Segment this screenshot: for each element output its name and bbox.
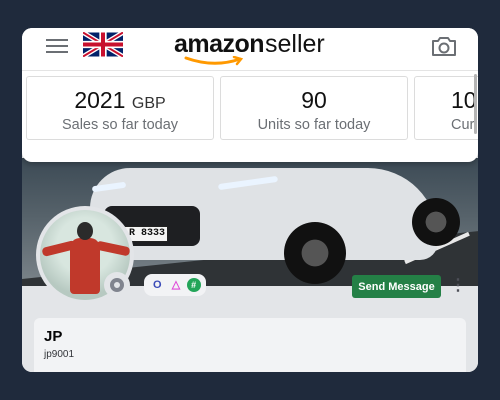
car-wheel-rear [412,198,460,246]
stats-cards: 2021 GBP Sales so far today 90 Units so … [22,76,478,142]
camera-icon[interactable] [431,35,457,57]
name-card: JP jp9001 [34,318,466,372]
send-message-button[interactable]: Send Message [352,275,441,298]
stat-card-units[interactable]: 90 Units so far today [220,76,408,140]
stat-card-partial[interactable]: 10. Cur [414,76,478,140]
app-frame: HN•R 8333 O △ # Send Message ⋮ JP jp9001 [22,28,478,372]
stat-value: 2021 GBP [27,87,213,114]
brand-seller-text: seller [265,30,325,58]
badge-icon-2[interactable]: △ [168,278,184,292]
avatar-figure-head [77,222,93,240]
avatar-figure-arm-right [95,240,130,257]
username: jp9001 [44,349,75,360]
car-wheel-front [284,222,346,284]
hamburger-menu-icon[interactable] [46,39,68,53]
badge-icon-1[interactable]: O [149,278,165,292]
uk-flag-icon[interactable] [83,32,123,57]
stat-label: Sales so far today [61,117,179,133]
topbar-divider [22,70,478,71]
scrollbar[interactable] [474,74,477,134]
amazon-seller-overlay: amazon seller 2021 GBP Sales so far toda… [22,28,478,162]
more-options-icon[interactable]: ⋮ [450,278,466,296]
avatar-figure-body [70,238,100,294]
amazon-smile-icon [184,56,244,66]
topbar: amazon seller [22,28,478,70]
badge-icon-3[interactable]: # [186,278,201,292]
brand-amazon-text: amazon [174,30,265,58]
stat-label: Units so far today [257,117,371,133]
stat-number: 2021 [74,87,126,113]
badge-list: O △ # [144,274,206,296]
display-name: JP [44,328,63,345]
amazon-seller-logo: amazon seller [174,30,325,66]
stat-unit: GBP [131,95,166,112]
stat-number: 90 [301,87,327,113]
stat-value: 90 [221,87,407,114]
stat-card-sales[interactable]: 2021 GBP Sales so far today [26,76,214,140]
status-offline-icon [104,272,130,298]
